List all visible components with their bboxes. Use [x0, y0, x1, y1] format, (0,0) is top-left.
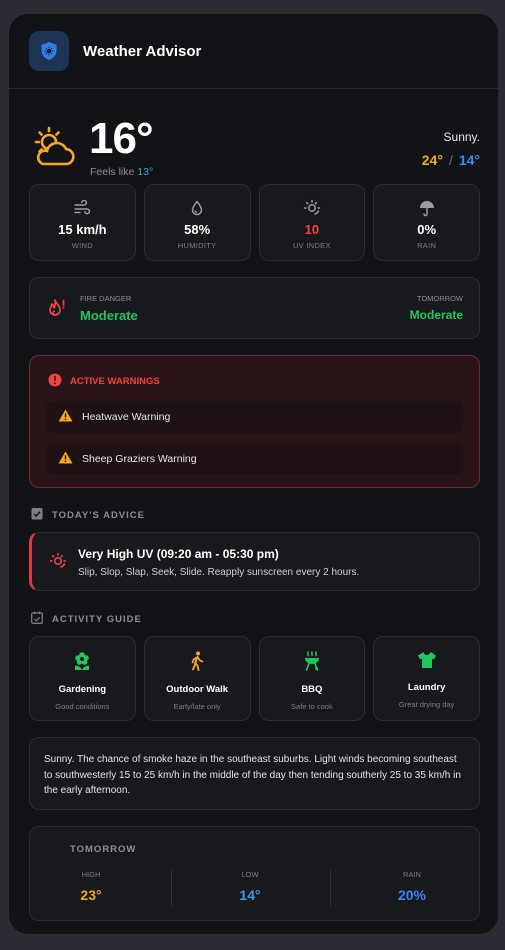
activity-status: Good conditions	[55, 702, 110, 711]
advice-description: Slip, Slop, Slap, Seek, Slide. Reapply s…	[78, 567, 360, 578]
warning-triangle-icon	[58, 451, 73, 467]
advice-title: Very High UV (09:20 am - 05:30 pm)	[78, 547, 279, 561]
tomorrow-low: LOW 14°	[180, 870, 320, 903]
fire-tomorrow-value: Moderate	[409, 308, 463, 322]
humidity-value: 58%	[184, 222, 211, 237]
uv-label: UV INDEX	[292, 241, 331, 250]
tomorrow-rain-label: RAIN	[403, 870, 421, 879]
warning-item-sheep-graziers[interactable]: Sheep Graziers Warning	[46, 443, 463, 475]
warning-item-label: Sheep Graziers Warning	[82, 453, 197, 465]
warnings-title: ACTIVE WARNINGS	[70, 376, 160, 387]
fire-danger-value: Moderate	[80, 308, 138, 323]
tomorrow-high-label: HIGH	[81, 870, 101, 879]
condition-text: Sunny.	[443, 130, 480, 144]
droplet-icon	[191, 199, 203, 217]
uv-sun-icon	[303, 199, 321, 217]
high-low-separator: /	[448, 152, 453, 168]
tomorrow-title: TOMORROW	[70, 844, 137, 855]
flower-icon	[73, 651, 91, 676]
activity-name: BBQ	[301, 684, 323, 695]
warning-item-label: Heatwave Warning	[82, 411, 171, 423]
activity-status: Safe to cook	[291, 702, 333, 711]
feels-like-label: Feels like	[90, 166, 138, 178]
activity-status: Great drying day	[398, 700, 455, 709]
tomorrow-high: HIGH 23°	[21, 870, 161, 903]
fire-icon	[46, 298, 68, 325]
active-warnings: ACTIVE WARNINGS Heatwave Warning Sheep G…	[29, 355, 480, 488]
shirt-icon	[417, 651, 437, 674]
fire-tomorrow-label: TOMORROW	[416, 294, 463, 303]
humidity-label: HUMIDITY	[177, 241, 217, 250]
high-low: 24° / 14°	[422, 152, 480, 168]
uv-value: 10	[304, 222, 320, 237]
warning-item-heatwave[interactable]: Heatwave Warning	[46, 401, 463, 433]
fire-danger-label: FIRE DANGER	[80, 294, 132, 303]
tomorrow-low-value: 14°	[239, 887, 261, 903]
activity-bbq[interactable]: BBQ Safe to cook	[258, 636, 366, 721]
tomorrow-high-value: 23°	[80, 887, 102, 903]
walking-icon	[189, 651, 205, 676]
fire-danger-card: FIRE DANGER Moderate TOMORROW Moderate	[29, 277, 480, 339]
advice-card[interactable]: Very High UV (09:20 am - 05:30 pm) Slip,…	[29, 532, 480, 591]
current-temperature: 16°	[89, 114, 154, 163]
app-title: Weather Advisor	[83, 42, 202, 60]
activity-guide-header: ACTIVITY GUIDE	[31, 611, 142, 627]
activity-name: Outdoor Walk	[166, 684, 229, 695]
rain-label: RAIN	[417, 241, 437, 250]
high-temp: 24°	[421, 152, 443, 168]
stat-wind: 15 km/h WIND	[29, 184, 136, 261]
forecast-text: Sunny. The chance of smoke haze in the s…	[29, 737, 480, 810]
wind-icon	[73, 199, 91, 217]
activity-outdoor-walk[interactable]: Outdoor Walk Early/late only	[143, 636, 251, 721]
activity-name: Gardening	[58, 684, 107, 695]
rain-value: 0%	[417, 222, 437, 237]
divider	[171, 870, 172, 906]
app-window: Weather Advisor 16° Feels like 13° Sunny…	[8, 13, 499, 935]
calendar-check-icon	[31, 611, 43, 627]
shield-icon	[29, 31, 69, 71]
tomorrow-card: TOMORROW HIGH 23° LOW 14° RAIN 20%	[29, 826, 480, 921]
umbrella-icon	[419, 199, 435, 217]
divider	[330, 870, 331, 906]
partly-sunny-icon	[31, 126, 77, 173]
stat-rain: 0% RAIN	[373, 184, 480, 261]
activity-name: Laundry	[407, 682, 446, 693]
clipboard-check-icon	[31, 507, 43, 523]
grill-icon	[303, 651, 321, 676]
todays-advice-header: TODAY'S ADVICE	[31, 507, 145, 523]
activity-guide-title: ACTIVITY GUIDE	[52, 613, 142, 625]
feels-like-value: 13°	[137, 166, 154, 178]
uv-sun-icon	[49, 552, 67, 575]
tomorrow-low-label: LOW	[241, 870, 259, 879]
stats-row: 15 km/h WIND 58% HUMIDITY 10 UV INDEX 0%…	[29, 184, 480, 261]
activity-grid: Gardening Good conditions Outdoor Walk E…	[29, 636, 480, 721]
tomorrow-rain-value: 20%	[397, 887, 427, 903]
activity-laundry[interactable]: Laundry Great drying day	[373, 636, 480, 721]
warning-triangle-icon	[58, 409, 73, 425]
current-conditions: 16° Feels like 13° Sunny. 24° / 14°	[9, 106, 498, 182]
todays-advice-title: TODAY'S ADVICE	[52, 509, 145, 521]
wind-label: WIND	[71, 241, 93, 250]
warnings-header: ACTIVE WARNINGS	[48, 373, 160, 390]
activity-status: Early/late only	[173, 702, 221, 711]
app-header: Weather Advisor	[9, 14, 498, 89]
low-temp: 14°	[458, 152, 480, 168]
stat-humidity: 58% HUMIDITY	[143, 184, 251, 261]
feels-like: Feels like 13°	[90, 166, 153, 178]
alert-circle-icon	[48, 373, 62, 390]
stat-uv: 10 UV INDEX	[258, 184, 366, 261]
activity-gardening[interactable]: Gardening Good conditions	[29, 636, 136, 721]
wind-value: 15 km/h	[58, 222, 107, 237]
tomorrow-rain: RAIN 20%	[342, 870, 482, 903]
